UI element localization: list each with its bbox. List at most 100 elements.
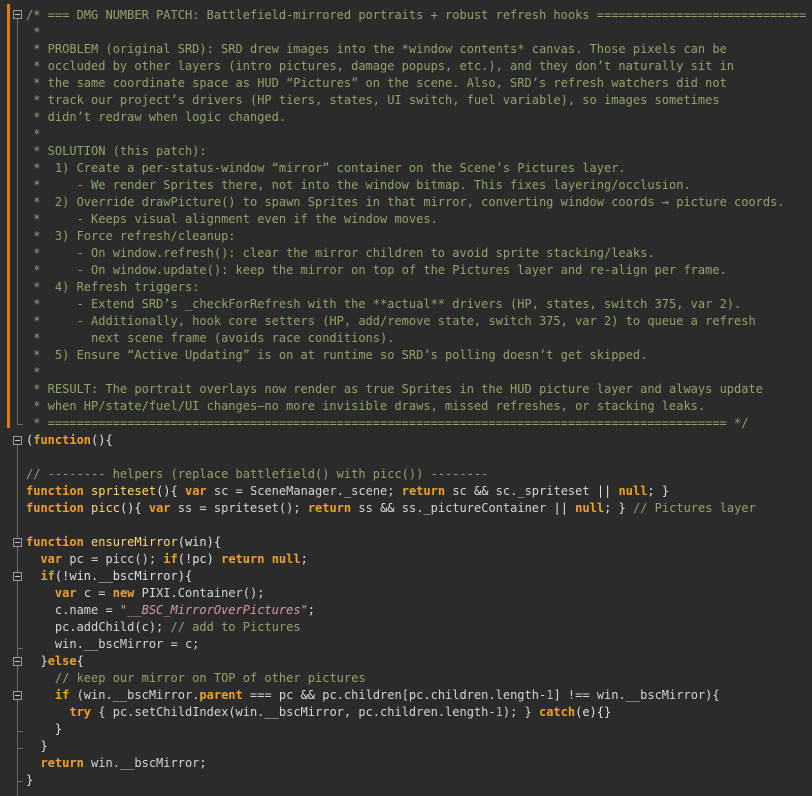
punctuation-token: { bbox=[76, 654, 84, 668]
code-line: * 3) Force refresh/cleanup: bbox=[26, 228, 236, 245]
code-line: return win.__bscMirror; bbox=[26, 755, 207, 772]
keyword-token: var bbox=[184, 484, 207, 498]
comment-token: * occluded by other layers (intro pictur… bbox=[26, 59, 735, 73]
fold-toggle-icon[interactable] bbox=[13, 436, 22, 445]
punctuation-token: (){ bbox=[156, 484, 185, 498]
comment-token: * ======================================… bbox=[26, 416, 749, 430]
keyword-token: else bbox=[47, 654, 77, 668]
code-line: * the same coordinate space as HUD “Pict… bbox=[26, 75, 727, 92]
keyword-token: return bbox=[40, 756, 84, 770]
code-token: sc._spriteset bbox=[488, 484, 597, 498]
fold-toggle-icon[interactable] bbox=[13, 10, 22, 19]
fold-toggle-icon[interactable] bbox=[13, 538, 22, 547]
punctuation-token: } bbox=[40, 654, 48, 668]
code-line: * didn’t redraw when logic changed. bbox=[26, 109, 286, 126]
code-token: === pc bbox=[242, 688, 301, 702]
code-line: } bbox=[26, 721, 62, 738]
comment-token: * the same coordinate space as HUD “Pict… bbox=[26, 76, 727, 90]
comment-token: * 2) Override drawPicture() to spawn Spr… bbox=[26, 195, 785, 209]
comment-token: * bbox=[26, 127, 41, 141]
code-line: * next scene frame (avoids race conditio… bbox=[26, 330, 394, 347]
comment-token: * PROBLEM (original SRD): SRD drew image… bbox=[26, 42, 727, 56]
code-line: * RESULT: The portrait overlays now rend… bbox=[26, 381, 763, 398]
fold-toggle-icon[interactable] bbox=[13, 572, 22, 581]
code-token: c = bbox=[76, 586, 113, 600]
code-line: * 1) Create a per-status-window “mirror”… bbox=[26, 160, 625, 177]
code-token: win.__bscMirror = c; bbox=[26, 637, 200, 651]
code-line: } bbox=[26, 738, 48, 755]
punctuation-token: ; bbox=[307, 603, 315, 617]
comment-token: * 5) Ensure “Active Updating” is on at r… bbox=[26, 348, 648, 362]
punctuation-token: (){ bbox=[119, 501, 149, 515]
comment-token: // -------- helpers (replace battlefield… bbox=[26, 467, 489, 481]
punctuation-token: ; } bbox=[604, 501, 626, 515]
fold-end-marker bbox=[17, 731, 23, 732]
punctuation-token: (){ bbox=[91, 433, 113, 447]
code-token: ss bbox=[351, 501, 381, 515]
comment-token: * SOLUTION (this patch): bbox=[26, 144, 207, 158]
code-token: pc = picc(); bbox=[62, 552, 164, 566]
keyword-token: var bbox=[54, 586, 77, 600]
comment-token: * bbox=[26, 25, 41, 39]
code-token: c.name = bbox=[26, 603, 120, 617]
code-line: pc.addChild(c); // add to Pictures bbox=[26, 619, 301, 636]
code-line: * - Extend SRD’s _checkForRefresh with t… bbox=[26, 296, 741, 313]
punctuation-token: || bbox=[596, 484, 612, 498]
comment-token: * 4) Refresh triggers: bbox=[26, 280, 200, 294]
code-line: var c = new PIXI.Container(); bbox=[26, 585, 265, 602]
punctuation-token: (!win.__bscMirror){ bbox=[54, 569, 193, 583]
code-line: * - Additionally, hook core setters (HP,… bbox=[26, 313, 756, 330]
comment-token: * 3) Force refresh/cleanup: bbox=[26, 229, 236, 243]
code-token: sc = SceneManager._scene; bbox=[206, 484, 402, 498]
comment-token: // Pictures layer bbox=[633, 501, 756, 515]
change-marker-bar bbox=[7, 4, 10, 428]
keyword-token: if bbox=[54, 688, 70, 702]
code-editor[interactable]: /* === DMG NUMBER PATCH: Battlefield-mir… bbox=[0, 0, 812, 796]
code-line: * occluded by other layers (intro pictur… bbox=[26, 58, 734, 75]
code-token: pc.children[pc.children.length- bbox=[315, 688, 547, 702]
code-token: ss._pictureContainer bbox=[394, 501, 554, 515]
fold-guide-line bbox=[17, 19, 18, 425]
fold-toggle-icon[interactable] bbox=[13, 657, 22, 666]
fold-guide-line bbox=[17, 581, 18, 648]
keyword-token: try bbox=[69, 705, 92, 719]
comment-token: * - Keeps visual alignment even if the w… bbox=[26, 212, 438, 226]
code-line: function spriteset(){ var sc = SceneMana… bbox=[26, 483, 669, 500]
code-line: * - On window.refresh(): clear the mirro… bbox=[26, 245, 654, 262]
code-line: * - Keeps visual alignment even if the w… bbox=[26, 211, 438, 228]
punctuation-token: } bbox=[40, 739, 48, 753]
comment-token: * - On window.update(): keep the mirror … bbox=[26, 263, 727, 277]
code-area[interactable]: /* === DMG NUMBER PATCH: Battlefield-mir… bbox=[26, 0, 812, 796]
comment-token: * didn’t redraw when logic changed. bbox=[26, 110, 287, 124]
fold-end-marker bbox=[17, 748, 23, 749]
fold-end-marker bbox=[17, 781, 23, 782]
code-line: * bbox=[26, 126, 40, 143]
keyword-token: null bbox=[575, 501, 605, 515]
comment-token: * track our project’s drivers (HP tiers,… bbox=[26, 93, 720, 107]
fold-toggle-icon[interactable] bbox=[13, 691, 22, 700]
code-token: win.__bscMirror; bbox=[83, 756, 207, 770]
function-name-token: ensureMirror bbox=[91, 535, 178, 549]
comment-token: // add to Pictures bbox=[170, 620, 301, 634]
comment-token: * - Additionally, hook core setters (HP,… bbox=[26, 314, 756, 328]
punctuation-token: (e){} bbox=[575, 705, 612, 719]
code-line: var pc = picc(); if(!pc) return null; bbox=[26, 551, 307, 568]
code-line: * PROBLEM (original SRD): SRD drew image… bbox=[26, 41, 727, 58]
code-line: (function(){ bbox=[26, 432, 113, 449]
punctuation-token: ; } bbox=[647, 484, 670, 498]
code-line: } bbox=[26, 772, 33, 789]
comment-token: * when HP/state/fuel/UI changes—no more … bbox=[26, 399, 706, 413]
punctuation-token: && bbox=[474, 484, 489, 498]
comment-token: // keep our mirror on TOP of other pictu… bbox=[54, 671, 366, 685]
code-token: (win.__bscMirror. bbox=[69, 688, 200, 702]
editor-gutter bbox=[0, 0, 26, 796]
